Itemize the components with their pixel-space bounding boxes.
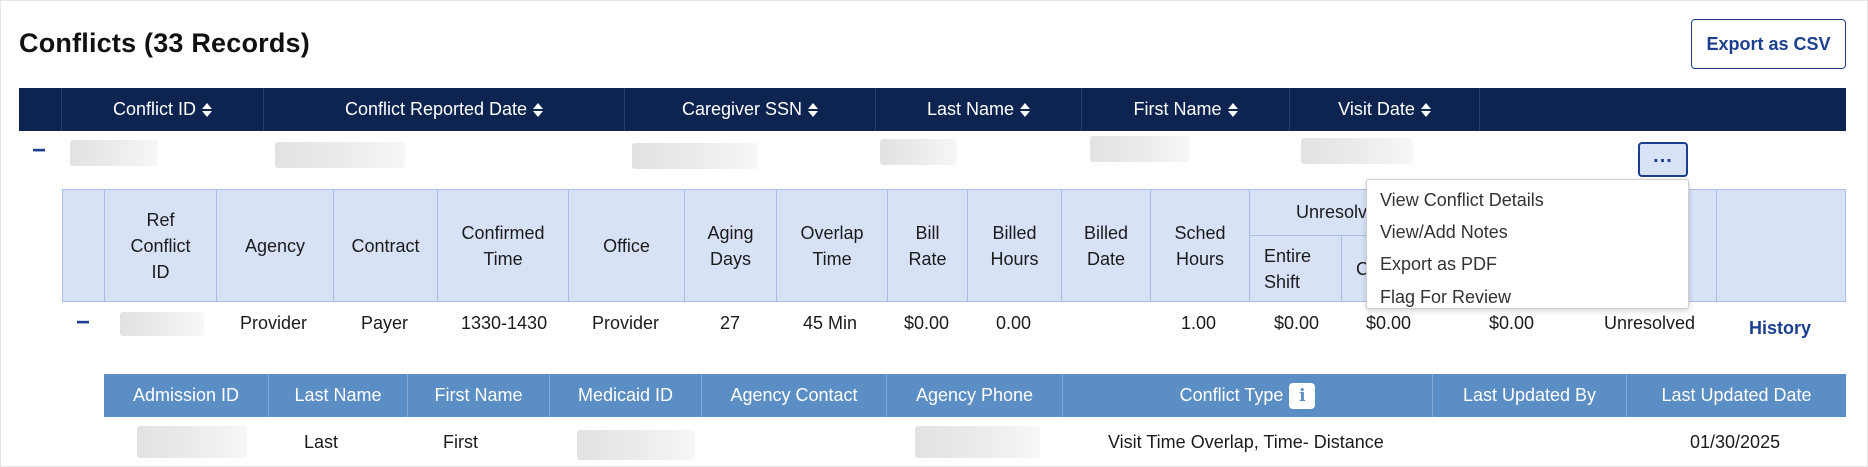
header-expand-column — [19, 88, 62, 131]
redacted-medicaid-id — [577, 430, 695, 460]
sort-icon — [808, 102, 819, 118]
sub-header-billed-date: Billed Date — [1062, 190, 1151, 301]
row-amount-2: $0.00 — [1366, 313, 1412, 333]
header-caregiver-ssn[interactable]: Caregiver SSN — [625, 88, 876, 131]
sub-header-office: Office — [569, 190, 685, 301]
redacted-ref-conflict-id — [120, 312, 204, 336]
detail-table-header: Admission ID Last Name First Name Medica… — [104, 374, 1846, 417]
header-conflict-id[interactable]: Conflict ID — [62, 88, 264, 131]
detail-header-last-updated-by: Last Updated By — [1433, 374, 1627, 417]
sub-header-confirmed-time: Confirmed Time — [438, 190, 569, 301]
detail-header-last-name: Last Name — [269, 374, 408, 417]
redacted-first-name — [1090, 136, 1190, 162]
redacted-agency-phone — [915, 426, 1040, 458]
redacted-visit-date — [1301, 138, 1413, 164]
redacted-admission-id — [137, 426, 247, 458]
header-conflict-reported-date[interactable]: Conflict Reported Date — [264, 88, 625, 131]
redacted-conflict-id — [70, 140, 158, 166]
detail-row-last-name: Last — [304, 432, 339, 452]
actions-dropdown-menu: View Conflict Details View/Add Notes Exp… — [1366, 179, 1689, 309]
sub-header-overlap-time: Overlap Time — [777, 190, 888, 301]
detail-header-conflict-type: Conflict Type i — [1063, 374, 1433, 417]
sub-header-ref-conflict-id: Ref Conflict ID — [105, 190, 217, 301]
sort-icon — [1420, 102, 1431, 118]
header-first-name[interactable]: First Name — [1082, 88, 1290, 131]
sub-header-bill-rate: Bill Rate — [888, 190, 968, 301]
row-agency: Provider — [240, 313, 308, 333]
page-title: Conflicts (33 Records) — [19, 28, 310, 58]
detail-header-agency-phone: Agency Phone — [887, 374, 1063, 417]
row-bill-rate: $0.00 — [904, 313, 950, 333]
sub-header-agency: Agency — [217, 190, 334, 301]
detail-header-agency-contact: Agency Contact — [702, 374, 887, 417]
sub-header-aging-days: Aging Days — [685, 190, 777, 301]
menu-item-export-pdf[interactable]: Export as PDF — [1380, 254, 1497, 275]
row-aging-days: 27 — [720, 313, 741, 333]
detail-header-last-updated-date: Last Updated Date — [1661, 385, 1812, 405]
sub-header-blank-2 — [1717, 190, 1845, 301]
header-last-name[interactable]: Last Name — [876, 88, 1082, 131]
sub-header-contract: Contract — [334, 190, 438, 301]
redacted-reported-date — [275, 142, 405, 168]
info-icon[interactable]: i — [1289, 382, 1316, 409]
sub-header-sched-hours: Sched Hours — [1151, 190, 1250, 301]
main-table-header: Conflict ID Conflict Reported Date Careg… — [19, 88, 1846, 131]
history-link[interactable]: History — [1749, 318, 1811, 339]
sort-icon — [1227, 102, 1238, 118]
sub-header-expand — [63, 190, 105, 301]
detail-row-first-name: First — [443, 432, 478, 452]
detail-row-last-updated-date: 01/30/2025 — [1690, 432, 1781, 452]
header-visit-date[interactable]: Visit Date — [1290, 88, 1480, 131]
export-csv-button[interactable]: Export as CSV — [1691, 19, 1846, 69]
header-actions — [1480, 88, 1846, 131]
collapse-row-button[interactable]: − — [32, 139, 46, 163]
row-office: Provider — [592, 313, 660, 333]
row-status: Unresolved — [1604, 313, 1696, 333]
row-sched-hours: 1.00 — [1181, 313, 1217, 333]
detail-header-admission-id: Admission ID — [104, 374, 269, 417]
detail-header-medicaid-id: Medicaid ID — [550, 374, 702, 417]
sub-header-billed-hours: Billed Hours — [968, 190, 1062, 301]
sort-icon — [533, 102, 544, 118]
detail-row-conflict-type: Visit Time Overlap, Time- Distance — [1108, 432, 1384, 452]
sort-icon — [1020, 102, 1031, 118]
row-contract: Payer — [361, 313, 409, 333]
row-confirmed-time: 1330-1430 — [461, 313, 548, 333]
sort-icon — [202, 102, 213, 118]
collapse-subrow-button[interactable]: − — [76, 311, 90, 335]
menu-item-view-conflict-details[interactable]: View Conflict Details — [1380, 190, 1544, 211]
row-amount-3: $0.00 — [1489, 313, 1535, 333]
row-billed-hours: 0.00 — [996, 313, 1032, 333]
row-entire-shift: $0.00 — [1274, 313, 1320, 333]
redacted-caregiver-ssn — [632, 143, 758, 169]
menu-item-view-add-notes[interactable]: View/Add Notes — [1380, 222, 1508, 243]
more-actions-button[interactable]: ... — [1638, 142, 1688, 177]
detail-header-first-name: First Name — [408, 374, 550, 417]
row-overlap-time: 45 Min — [803, 313, 858, 333]
redacted-last-name — [880, 139, 957, 165]
menu-item-flag-for-review[interactable]: Flag For Review — [1380, 287, 1511, 308]
sub-header-entire-shift: Entire Shift — [1250, 236, 1342, 301]
